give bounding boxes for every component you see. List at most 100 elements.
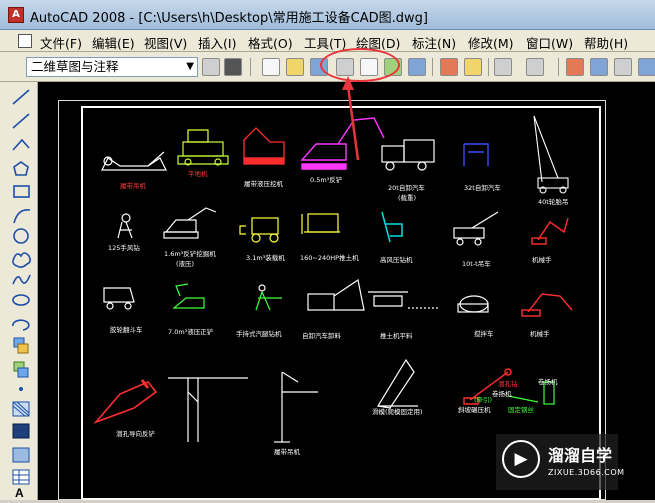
label-fixed-wire: 固定钢丝	[508, 406, 534, 414]
construction-line-icon	[12, 113, 30, 129]
label-crawler-crane-2: 履带吊机	[274, 448, 300, 456]
tipper-cart-drawing	[103, 287, 135, 310]
truck-crane-drawing	[453, 211, 499, 246]
label-truck-unloading: 自卸汽车卸料	[302, 332, 341, 340]
zoom-icon[interactable]	[590, 58, 608, 76]
hydraulic-shovel-drawing	[172, 283, 205, 309]
cut-icon[interactable]	[440, 58, 458, 76]
menu-help[interactable]: 帮助(H)	[584, 33, 628, 52]
label-crawler-crane: 履带吊机	[120, 182, 146, 190]
draw-tool-icons: A	[12, 89, 31, 500]
chevron-down-icon[interactable]: ▼	[186, 58, 194, 76]
watermark-name: 溜溜自学	[548, 446, 613, 465]
polygon-icon	[13, 161, 29, 176]
workspace-settings-icon[interactable]	[202, 58, 220, 76]
matchprop-icon[interactable]	[464, 58, 482, 76]
label-winch: 卷扬机	[538, 378, 558, 386]
workspace-toolbar-icon[interactable]	[224, 58, 242, 76]
dump-truck-32t-drawing	[463, 143, 489, 166]
label-handheld-drill: 手持式汽腿钻机	[236, 330, 282, 338]
new-icon[interactable]	[262, 58, 280, 76]
label-crawler-excavator: 履带液压挖机	[244, 180, 283, 188]
dump-truck-20t-drawing	[381, 139, 435, 171]
undo-icon[interactable]	[494, 58, 512, 76]
draw-toolbar: A	[0, 82, 38, 500]
slip-form-drawing	[377, 358, 418, 409]
menu-format[interactable]: 格式(O)	[248, 33, 293, 52]
menu-file[interactable]: 文件(F)	[40, 33, 82, 52]
label-robotic-arm-2: 机械手	[530, 330, 550, 338]
label-tipper-cart: 胶轮翻斗车	[110, 326, 143, 334]
label-high-pressure-drill: 高风压钻机	[380, 256, 413, 264]
menu-window[interactable]: 窗口(W)	[526, 33, 573, 52]
label-tire-crane: 40t轮胎吊	[538, 198, 569, 206]
high-pressure-drill-drawing	[381, 211, 403, 243]
ellipse-icon	[12, 294, 30, 306]
label-traction: (牵引)	[474, 396, 493, 404]
watermark-url: ZIXUE.3D66.COM	[548, 468, 625, 477]
label-winch-2: 卷扬机	[492, 390, 512, 398]
toolbar-separator	[558, 58, 559, 76]
grader-drawing	[177, 129, 229, 166]
redo-icon[interactable]	[526, 58, 544, 76]
crawler-crane-drawing	[101, 151, 167, 171]
robotic-arm-2-drawing	[521, 293, 573, 317]
menu-dimension[interactable]: 标注(N)	[412, 33, 456, 52]
label-mixer-truck: 搅拌车	[474, 330, 494, 338]
gradient-icon	[12, 423, 30, 439]
truck-unloading-drawing	[307, 279, 365, 311]
robotic-arm-drawing	[531, 217, 569, 245]
menu-bar: 文件(F) 编辑(E) 视图(V) 插入(I) 格式(O) 工具(T) 绘图(D…	[0, 30, 655, 52]
play-triangle-icon: ▶	[502, 440, 540, 478]
label-robotic-arm: 机械手	[532, 256, 552, 264]
bulldozer-drawing	[301, 213, 340, 234]
label-down-hole-drill: 潜孔钻	[498, 380, 518, 388]
table-icon	[12, 469, 30, 485]
label-guided-backhoe: 潜孔导向反铲	[116, 430, 155, 438]
label-hydraulic-shovel: 7.0m³液压正铲	[168, 328, 214, 336]
tower-crane-2-drawing	[274, 371, 318, 443]
bulldozer-spreading-drawing	[368, 291, 438, 309]
air-drill-drawing	[117, 213, 133, 239]
revision-cloud-icon	[12, 252, 31, 268]
design-center-icon[interactable]	[638, 58, 655, 76]
red-pointer-arrow	[342, 76, 360, 161]
label-slope-roller: 斜坡碾压机	[458, 406, 491, 414]
line-icon	[12, 89, 30, 105]
label-dump-truck-32t: 32t自卸汽车	[464, 184, 501, 192]
toolbar-separator	[488, 58, 489, 76]
polyline-icon	[12, 138, 30, 151]
menu-edit[interactable]: 编辑(E)	[92, 33, 135, 52]
workspace-dropdown[interactable]: 二维草图与注释 ▼	[26, 57, 198, 77]
label-bulldozer-spreading: 推土机平料	[380, 332, 413, 340]
label-excavator-1-6: 1.6m³反铲挖掘机	[164, 250, 216, 258]
label-backhoe: 0.5m³反铲	[310, 176, 343, 184]
spline-icon	[12, 274, 31, 285]
handheld-drill-drawing	[255, 284, 282, 311]
pan-icon[interactable]	[566, 58, 584, 76]
menu-insert[interactable]: 插入(I)	[198, 33, 236, 52]
label-grader: 平地机	[188, 170, 208, 178]
tower-crane-drawing	[168, 377, 248, 442]
tire-crane-drawing	[533, 115, 569, 194]
label-load: (载重)	[398, 194, 417, 202]
guided-backhoe-drawing	[93, 379, 158, 424]
label-loader: 3.1m³装载机	[246, 254, 285, 262]
toolbar-separator	[250, 58, 251, 76]
label-bulldozer: 160~240HP推土机	[300, 254, 359, 262]
workspace-value: 二维草图与注释	[31, 59, 119, 74]
arc-icon	[13, 208, 31, 224]
autocad-logo-icon: A	[8, 7, 24, 23]
properties-icon[interactable]	[614, 58, 632, 76]
label-truck-crane: 10t-t吊车	[462, 260, 491, 268]
menu-modify[interactable]: 修改(M)	[468, 33, 514, 52]
ellipse-arc-icon	[12, 319, 30, 331]
label-dump-truck-20t: 20t自卸汽车	[388, 184, 425, 192]
label-slip-form: 滑模(爬模固定用)	[372, 408, 423, 416]
document-icon[interactable]	[18, 34, 32, 48]
multiline-text-icon: A	[15, 486, 24, 500]
loader-drawing	[239, 217, 279, 243]
menu-view[interactable]: 视图(V)	[144, 33, 187, 52]
3d-dwf-icon[interactable]	[408, 58, 426, 76]
toolbar-separator	[432, 58, 433, 76]
